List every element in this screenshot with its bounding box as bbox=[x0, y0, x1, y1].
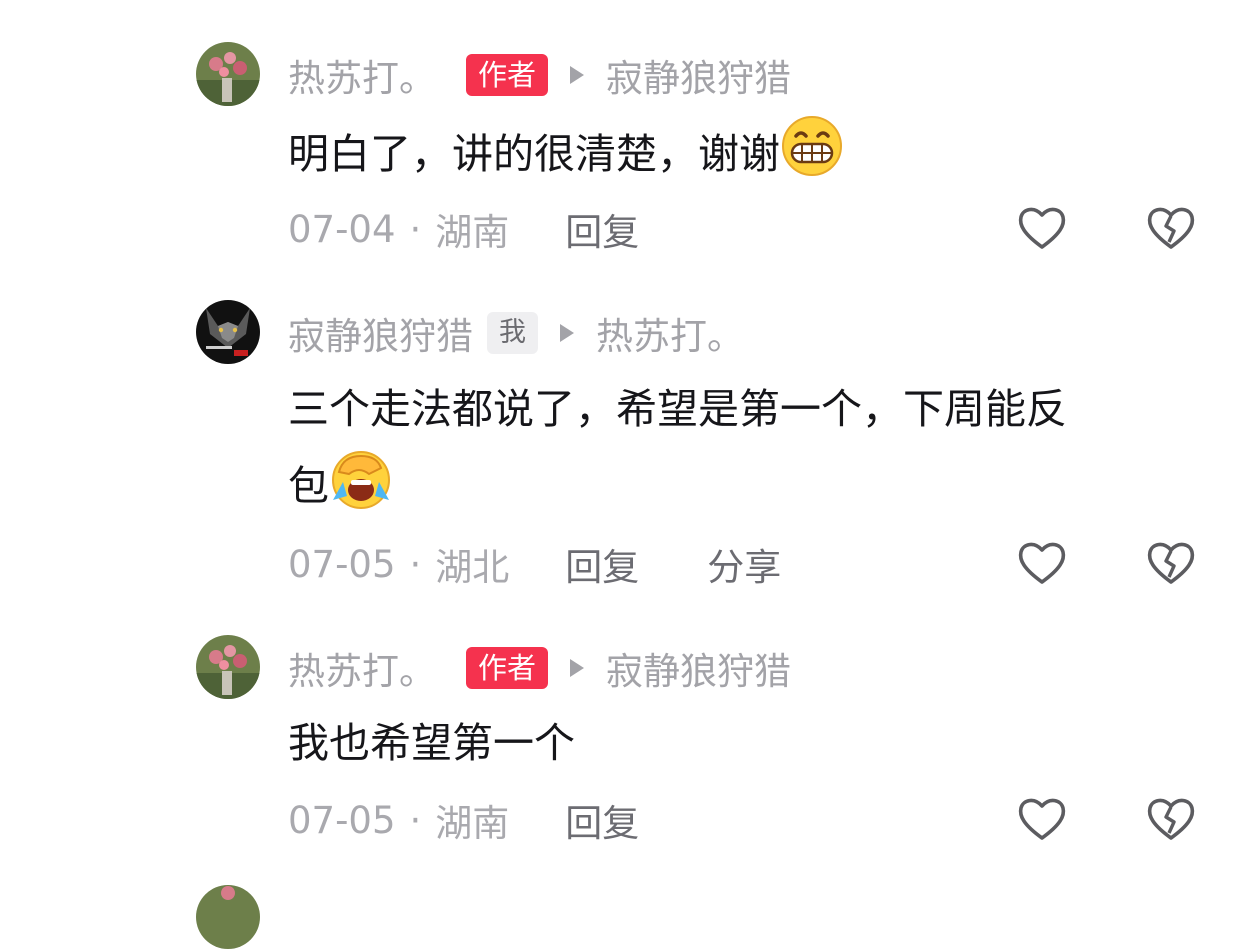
author-badge: 作者 bbox=[466, 54, 549, 96]
avatar[interactable] bbox=[196, 300, 260, 364]
comment-footer: 07-05 · 湖北 回复 分享 bbox=[288, 537, 781, 591]
comment-text-content: 我也希望第一个 bbox=[288, 719, 575, 767]
grinning-face-emoji bbox=[780, 114, 844, 201]
comment-location: 湖南 bbox=[435, 211, 510, 254]
like-heart-icon[interactable] bbox=[1016, 793, 1068, 845]
author-badge: 作者 bbox=[466, 647, 549, 689]
dot-separator: · bbox=[409, 542, 422, 586]
comment-footer: 07-05 · 湖南 回复 bbox=[288, 793, 639, 847]
author-name[interactable]: 寂静狼狩猎 bbox=[288, 306, 473, 360]
reply-to-name[interactable]: 热苏打。 bbox=[596, 306, 744, 360]
comment-text-content: 明白了，讲的很清楚，谢谢 bbox=[288, 130, 780, 178]
comment-header: 寂静狼狩猎 我 热苏打。 bbox=[288, 308, 744, 358]
reply-button[interactable]: 回复 bbox=[565, 537, 639, 591]
comment-footer: 07-04 · 湖南 回复 bbox=[288, 202, 639, 256]
dot-separator: · bbox=[409, 798, 422, 842]
reply-arrow-icon bbox=[568, 657, 586, 679]
dot-separator: · bbox=[409, 207, 422, 251]
comment-text-content: 包 bbox=[288, 462, 329, 510]
reply-to-name[interactable]: 寂静狼狩猎 bbox=[606, 641, 791, 695]
comment-text[interactable]: 明白了，讲的很清楚，谢谢 bbox=[288, 114, 1218, 201]
like-heart-icon[interactable] bbox=[1016, 537, 1068, 589]
comment-text-line: 包 bbox=[288, 446, 1218, 533]
comment-text[interactable]: 三个走法都说了，希望是第一个，下周能反 包 bbox=[288, 372, 1218, 533]
reply-arrow-icon bbox=[558, 322, 576, 344]
author-name[interactable]: 热苏打。 bbox=[288, 641, 436, 695]
comment-header: 热苏打。 作者 寂静狼狩猎 bbox=[288, 643, 791, 693]
avatar[interactable] bbox=[196, 885, 260, 949]
reply-button[interactable]: 回复 bbox=[565, 202, 639, 256]
reply-button[interactable]: 回复 bbox=[565, 793, 639, 847]
me-badge: 我 bbox=[487, 312, 538, 354]
avatar[interactable] bbox=[196, 635, 260, 699]
dislike-broken-heart-icon[interactable] bbox=[1145, 202, 1197, 254]
like-heart-icon[interactable] bbox=[1016, 202, 1068, 254]
comment-text-line: 三个走法都说了，希望是第一个，下周能反 bbox=[288, 385, 1067, 433]
reply-arrow-icon bbox=[568, 64, 586, 86]
author-name[interactable]: 热苏打。 bbox=[288, 48, 436, 102]
reply-to-name[interactable]: 寂静狼狩猎 bbox=[606, 48, 791, 102]
share-button[interactable]: 分享 bbox=[707, 537, 781, 591]
comment-location: 湖北 bbox=[435, 546, 510, 589]
comment-text[interactable]: 我也希望第一个 bbox=[288, 706, 1218, 780]
comment-date: 07-05 bbox=[288, 542, 396, 586]
comment-date: 07-04 bbox=[288, 207, 396, 251]
dislike-broken-heart-icon[interactable] bbox=[1145, 537, 1197, 589]
crying-laughing-emoji bbox=[329, 446, 393, 533]
comment-date: 07-05 bbox=[288, 798, 396, 842]
comment-location: 湖南 bbox=[435, 802, 510, 845]
comment-header: 热苏打。 作者 寂静狼狩猎 bbox=[288, 50, 791, 100]
dislike-broken-heart-icon[interactable] bbox=[1145, 793, 1197, 845]
avatar[interactable] bbox=[196, 42, 260, 106]
